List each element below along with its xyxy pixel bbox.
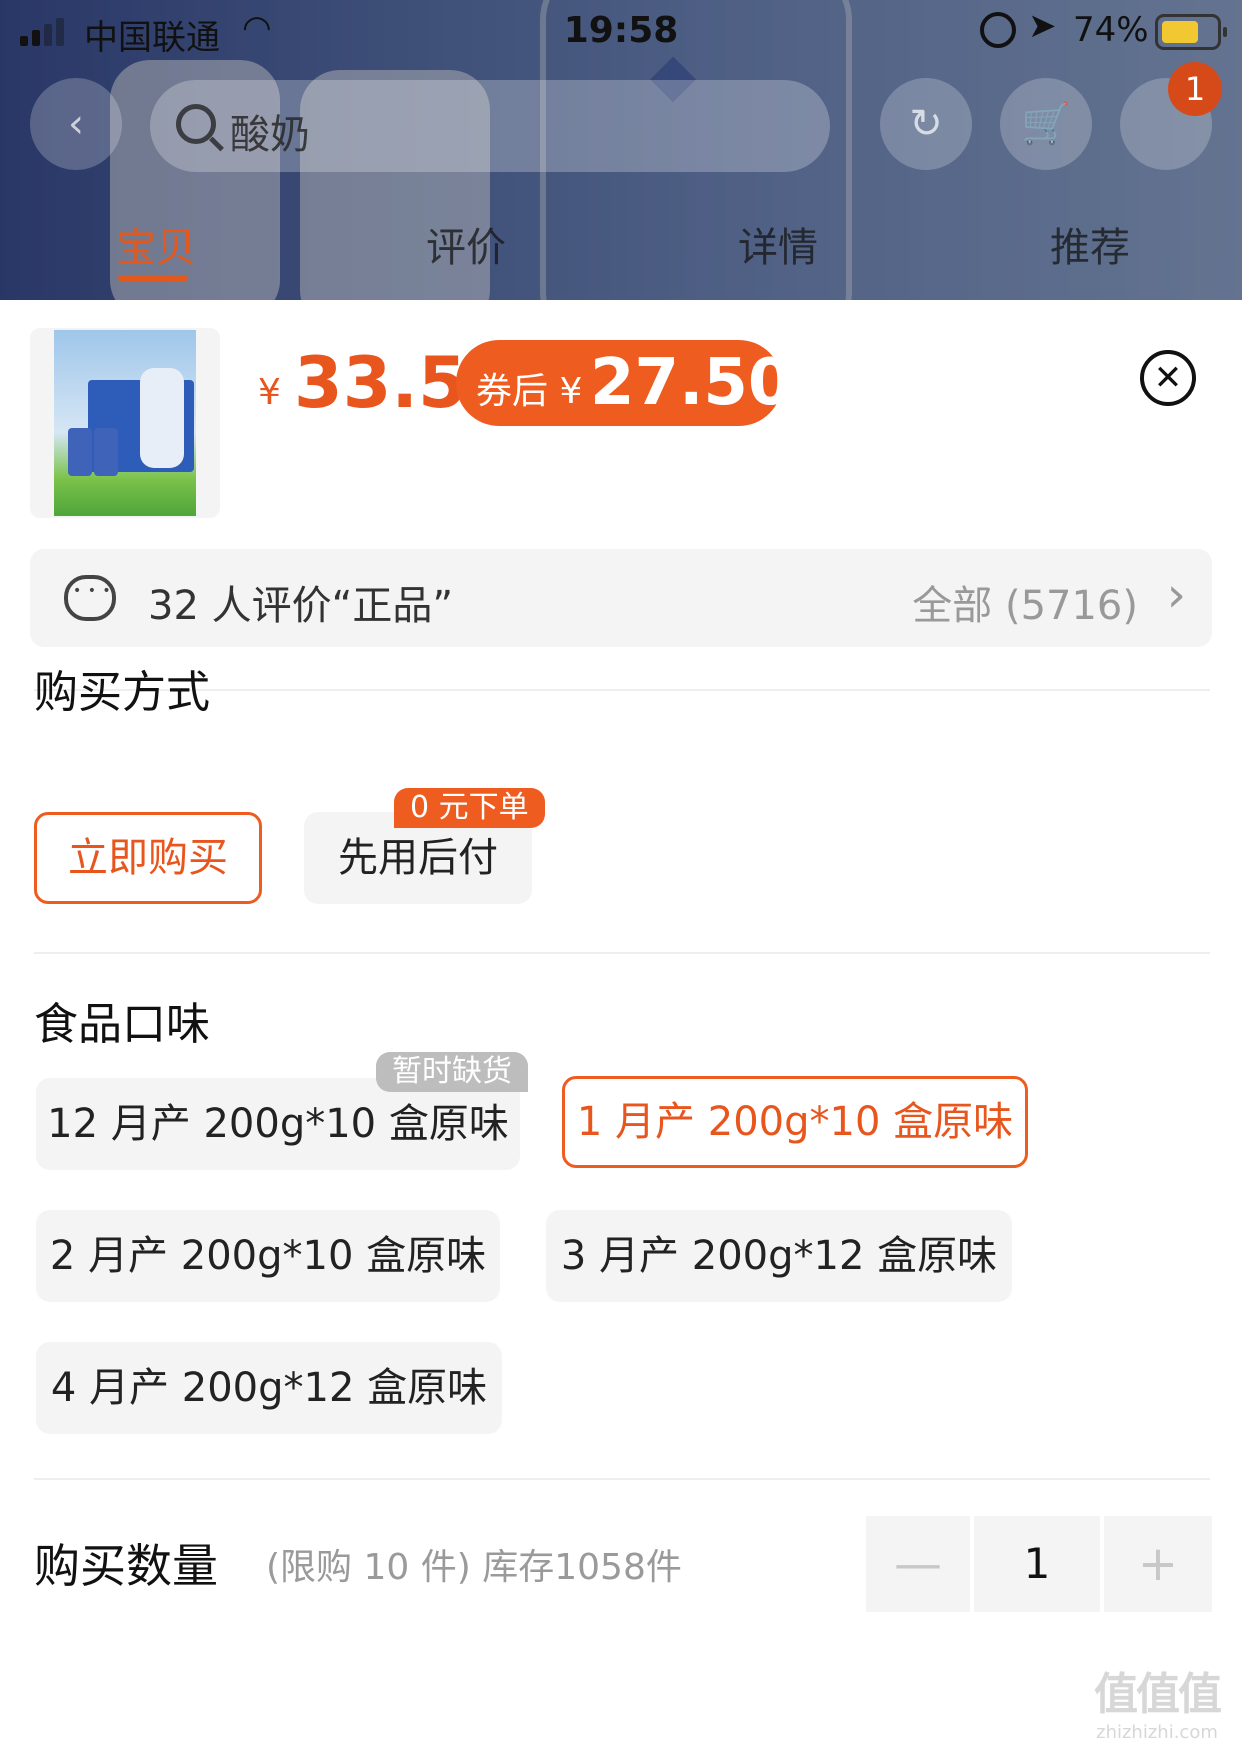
flavor-option[interactable]: 3 月产 200g*12 盒原味 <box>546 1210 1012 1302</box>
quantity-limit-note: (限购 10 件) 库存1058件 <box>266 1547 682 1588</box>
quantity-value[interactable]: 1 <box>974 1516 1100 1612</box>
flavor-title: 食品口味 <box>34 999 210 1050</box>
review-summary-bar[interactable]: 32 人评价“正品” 全部 (5716) › <box>30 549 1212 647</box>
tab-bar: 宝贝 评价 详情 推荐 <box>0 215 1242 285</box>
chat-bubble-icon <box>64 575 116 621</box>
increase-button[interactable]: + <box>1104 1516 1212 1612</box>
divider <box>34 689 1210 691</box>
out-of-stock-tag: 暂时缺货 <box>376 1052 528 1092</box>
coupon-label: 券后 ¥ <box>476 371 583 412</box>
flavor-option[interactable]: 2 月产 200g*10 盒原味 <box>36 1210 500 1302</box>
cart-badge: 1 <box>1168 62 1222 116</box>
watermark: 值值值 zhizhizhi.com <box>1094 1669 1222 1743</box>
tab-active-indicator <box>118 275 188 281</box>
flavor-option-selected[interactable]: 1 月产 200g*10 盒原味 <box>562 1076 1028 1168</box>
tab-reviews[interactable]: 评价 <box>426 215 506 273</box>
zero-yuan-order-tag: 0 元下单 <box>394 788 545 828</box>
option-buy-now[interactable]: 立即购买 <box>34 812 262 904</box>
price-currency: ¥ <box>258 372 281 413</box>
coupon-price-badge: 券后 ¥ 27.50 <box>456 340 792 426</box>
search-text: 酸奶 <box>230 112 310 158</box>
back-button[interactable]: ‹ <box>30 78 122 170</box>
purchase-method-title: 购买方式 <box>34 667 210 718</box>
coupon-price: 27.50 <box>590 346 793 420</box>
search-icon <box>176 104 216 144</box>
top-nav: ‹ 酸奶 ↻ 🛒 <box>0 70 1242 180</box>
tab-baobei[interactable]: 宝贝 <box>116 215 196 273</box>
divider <box>34 1478 1210 1480</box>
location-icon: ➤ <box>1028 6 1057 46</box>
flavor-option[interactable]: 4 月产 200g*12 盒原味 <box>36 1342 502 1434</box>
price: 33.5 <box>294 342 467 424</box>
review-all-count: 全部 (5716) <box>912 583 1138 629</box>
decrease-button[interactable]: — <box>866 1516 970 1612</box>
battery-icon <box>1155 14 1227 50</box>
quantity-stepper: — 1 + <box>866 1516 1212 1612</box>
cart-button[interactable]: 🛒 <box>1000 78 1092 170</box>
chevron-right-icon: › <box>1166 567 1186 623</box>
review-summary-text: 32 人评价“正品” <box>148 583 454 629</box>
tab-recommend[interactable]: 推荐 <box>1050 215 1130 273</box>
sku-sheet: ¥ 33.5 券后 ¥ 27.50 ✕ 32 人评价“正品” 全部 (5716)… <box>0 300 1242 1743</box>
share-button[interactable]: ↻ <box>880 78 972 170</box>
tab-details[interactable]: 详情 <box>738 215 818 273</box>
status-bar: 中国联通 ◠ 19:58 ➤ 74% <box>0 0 1242 62</box>
divider <box>34 952 1210 954</box>
battery-percent: 74% <box>1073 10 1149 50</box>
quantity-title: 购买数量 <box>34 1539 218 1593</box>
product-thumbnail[interactable] <box>30 328 220 518</box>
rotation-lock-icon <box>980 12 1016 48</box>
close-icon[interactable]: ✕ <box>1140 350 1196 406</box>
search-bar[interactable]: 酸奶 <box>150 80 830 172</box>
